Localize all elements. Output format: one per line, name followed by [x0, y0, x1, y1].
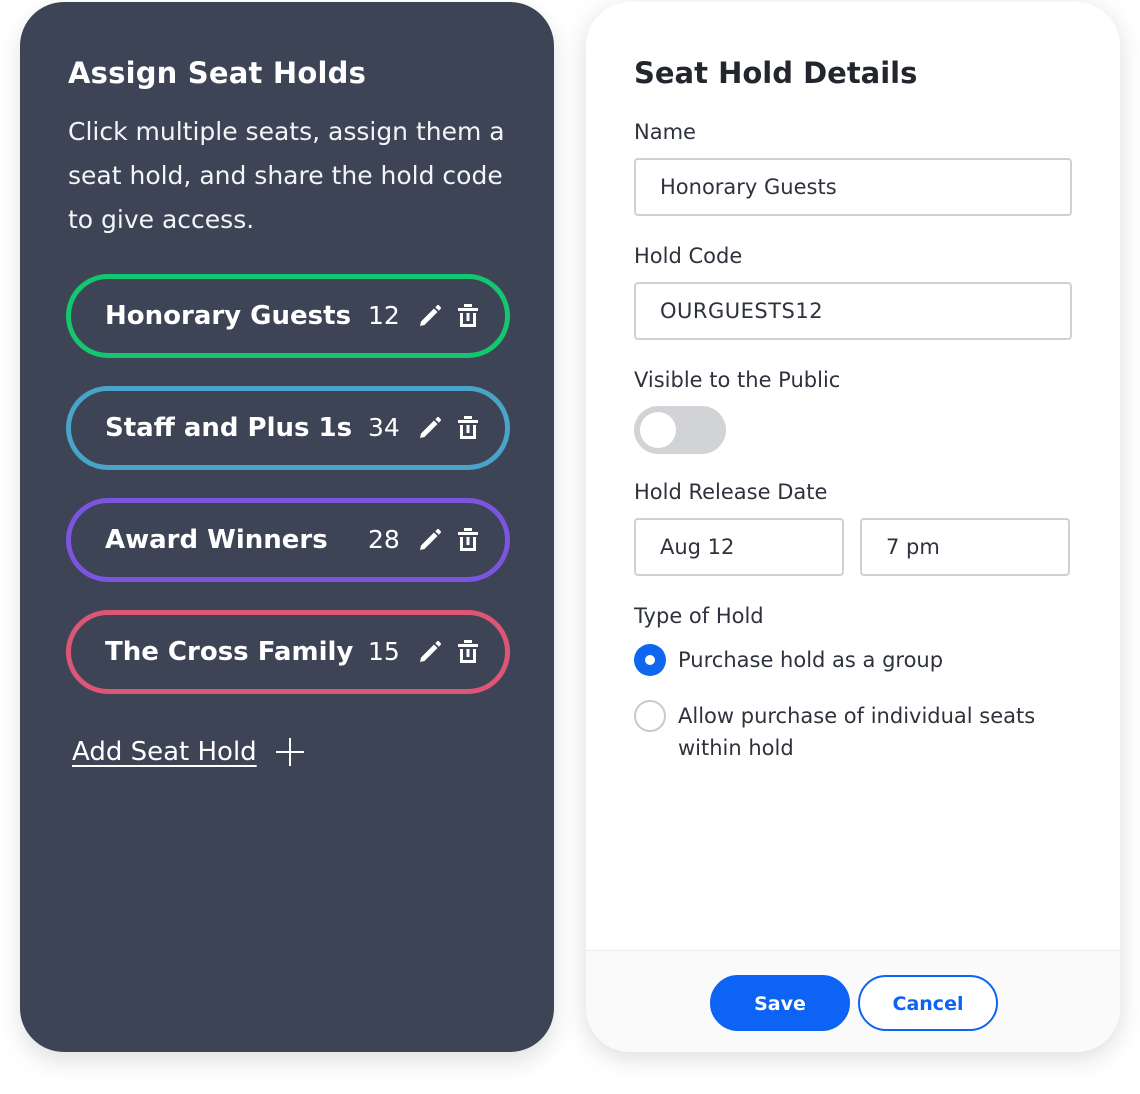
- visible-to-public-toggle[interactable]: [634, 406, 726, 454]
- seat-hold-name: The Cross Family: [105, 637, 354, 667]
- individual-purchase-radio[interactable]: [634, 700, 666, 732]
- seat-hold-count: 15: [368, 637, 400, 666]
- details-footer: Save Cancel: [586, 950, 1120, 1052]
- visible-to-public-label: Visible to the Public: [634, 368, 841, 392]
- seat-hold-name: Honorary Guests: [105, 301, 352, 331]
- seat-hold-pill[interactable]: The Cross Family 15: [66, 610, 510, 694]
- group-purchase-label[interactable]: Purchase hold as a group: [678, 644, 1038, 676]
- add-seat-hold-label: Add Seat Hold: [72, 737, 257, 767]
- panel-description: Click multiple seats, assign them a seat…: [68, 117, 505, 234]
- trash-icon[interactable]: [457, 527, 479, 553]
- pencil-icon[interactable]: [417, 415, 443, 441]
- seat-hold-name: Staff and Plus 1s: [105, 413, 353, 443]
- trash-icon[interactable]: [457, 415, 479, 441]
- seat-hold-pill[interactable]: Honorary Guests 12: [66, 274, 510, 358]
- seat-hold-pill[interactable]: Staff and Plus 1s 34: [66, 386, 510, 470]
- release-time-input[interactable]: [860, 518, 1070, 576]
- add-seat-hold-link[interactable]: Add Seat Hold: [72, 732, 305, 772]
- pencil-icon[interactable]: [417, 527, 443, 553]
- release-date-input[interactable]: [634, 518, 844, 576]
- group-purchase-radio[interactable]: [634, 644, 666, 676]
- seat-hold-details-panel: Seat Hold Details Name Hold Code Visible…: [586, 2, 1120, 1052]
- pencil-icon[interactable]: [417, 303, 443, 329]
- toggle-knob: [640, 412, 676, 448]
- name-label: Name: [634, 120, 696, 144]
- assign-seat-holds-panel: Assign Seat Holds Click multiple seats, …: [20, 2, 554, 1052]
- hold-code-input[interactable]: [634, 282, 1072, 340]
- seat-hold-count: 34: [368, 413, 400, 442]
- trash-icon[interactable]: [457, 303, 479, 329]
- seat-hold-count: 12: [368, 301, 400, 330]
- hold-code-label: Hold Code: [634, 244, 743, 268]
- trash-icon[interactable]: [457, 639, 479, 665]
- save-button[interactable]: Save: [710, 975, 850, 1031]
- individual-purchase-label[interactable]: Allow purchase of individual seats withi…: [678, 700, 1038, 764]
- seat-hold-name: Award Winners: [105, 525, 328, 555]
- name-input[interactable]: [634, 158, 1072, 216]
- pencil-icon[interactable]: [417, 639, 443, 665]
- cancel-button[interactable]: Cancel: [858, 975, 998, 1031]
- seat-hold-pill[interactable]: Award Winners 28: [66, 498, 510, 582]
- details-title: Seat Hold Details: [634, 56, 918, 90]
- hold-release-date-label: Hold Release Date: [634, 480, 828, 504]
- seat-hold-count: 28: [368, 525, 400, 554]
- plus-icon: [275, 738, 304, 766]
- seat-holds-screen: Assign Seat Holds Click multiple seats, …: [0, 0, 1140, 1094]
- type-of-hold-label: Type of Hold: [634, 604, 764, 628]
- panel-title: Assign Seat Holds: [68, 56, 367, 90]
